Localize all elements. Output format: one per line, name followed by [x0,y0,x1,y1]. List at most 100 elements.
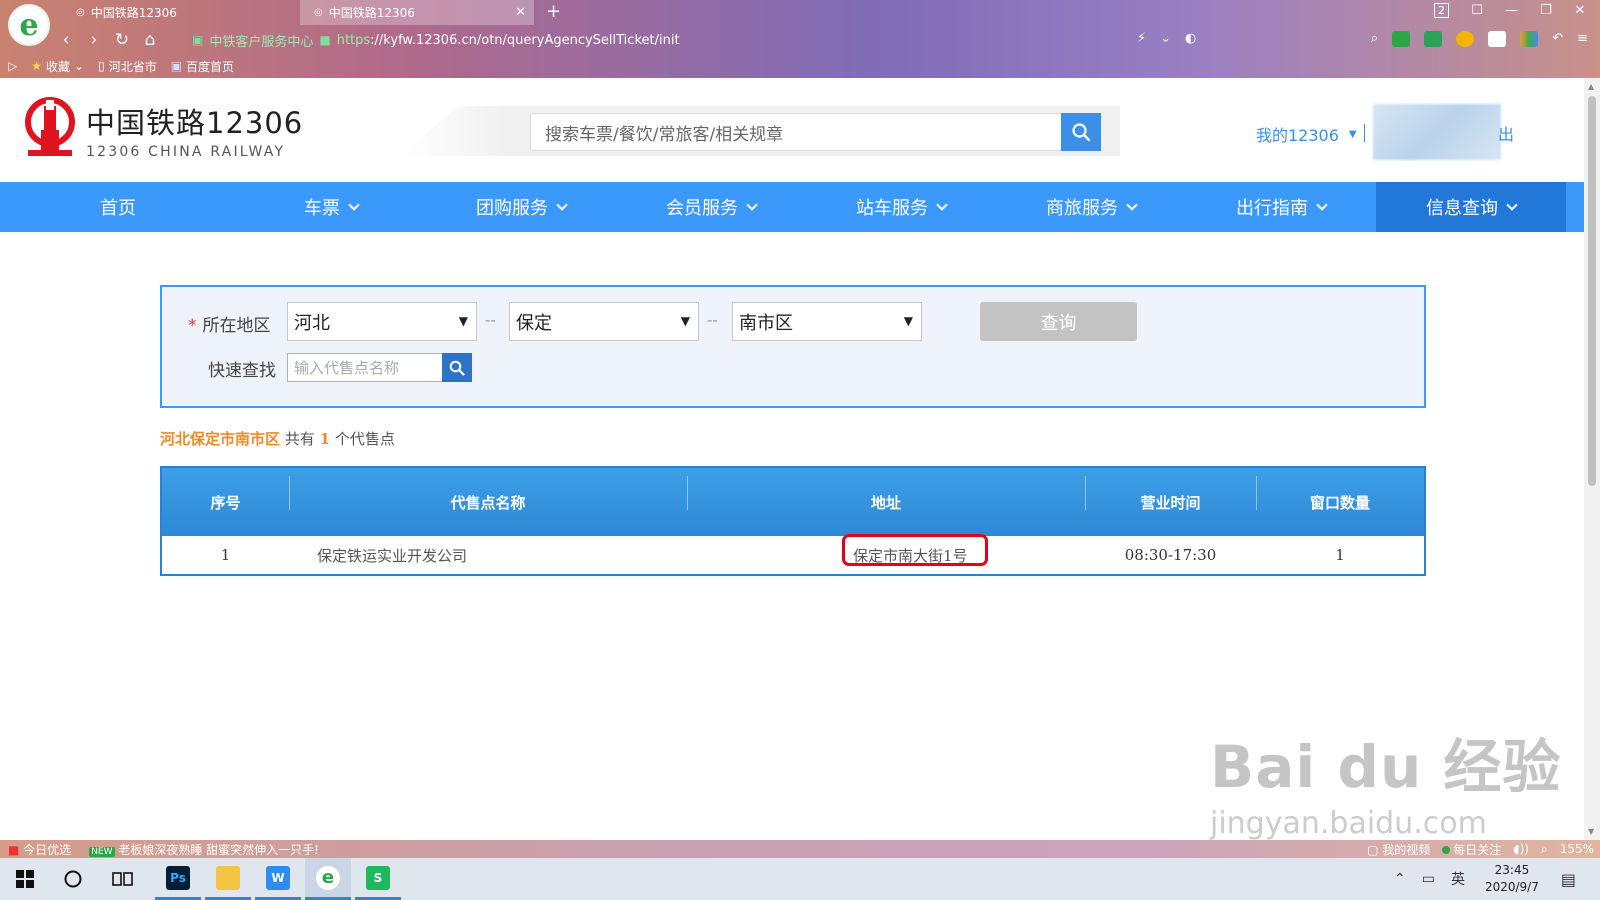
cortana-button[interactable] [50,858,96,900]
money-ext-icon[interactable] [1424,31,1443,47]
status-left: ■ 今日优选 NEW 老板娘深夜熟睡 甜蜜突然伸入一只手! [8,841,319,858]
tab-title: 中国铁路12306 [328,6,415,20]
system-clock[interactable]: 23:45 2020/9/7 [1485,862,1539,896]
chevron-up-icon[interactable]: ⌃ [1394,871,1406,887]
province-select[interactable]: 河北 ▼ [287,302,477,341]
browser-tab-2[interactable]: ◎ 中国铁路12306 ✕ [300,0,534,25]
cell-windows: 1 [1335,546,1345,564]
taskbar-wps-sheet[interactable]: S [355,858,401,900]
extension-icon[interactable]: ◐ [1185,31,1196,46]
taskbar-photoshop[interactable]: Ps [155,858,201,900]
city-select[interactable]: 保定 ▼ [509,302,699,341]
site-header: 中国铁路12306 12306 CHINA RAILWAY 搜索车票/餐饮/常旅… [0,78,1584,182]
today-picks[interactable]: ■ 今日优选 [8,841,71,858]
scroll-down-icon[interactable]: ▼ [1588,827,1594,836]
page-scrollbar[interactable]: ▲ ▼ [1584,78,1600,840]
news-ticker[interactable]: NEW 老板娘深夜熟睡 甜蜜突然伸入一只手! [89,841,319,858]
separator: -- [485,311,496,329]
search-circle-icon [64,870,82,888]
taskbar-wps[interactable]: W [255,858,301,900]
nav-item-member[interactable]: 会员服务 [616,182,806,232]
task-view-button[interactable] [100,858,146,900]
china-railway-logo-icon[interactable] [22,96,78,160]
secure-shield-icon: ▣ [192,33,204,47]
zoom-icon[interactable]: ⌕ [1541,842,1548,857]
site-search-button[interactable] [1061,113,1101,151]
chevron-down-icon [746,199,758,211]
address-bar[interactable]: ▣ 中铁客户服务中心 ■ https://kyfw.12306.cn/otn/q… [192,27,1212,53]
logout-link[interactable]: 出 [1498,121,1514,145]
browser-tab-1[interactable]: ◎ 中国铁路12306 [62,0,296,25]
zoom-level[interactable]: 155% [1560,842,1594,856]
dropdown-arrow-icon: ▼ [903,314,913,328]
restore-icon[interactable]: ❐ [1540,3,1552,18]
col-header-index: 序号 [210,493,241,512]
separator: -- [707,311,718,329]
district-select[interactable]: 南市区 ▼ [732,302,922,341]
taskbar-explorer[interactable] [205,858,251,900]
new-tab-button[interactable]: + [546,1,561,22]
bookmark-baidu[interactable]: ▣ 百度首页 [171,58,234,75]
chevron-down-icon: ⌄ [74,59,85,73]
bookmark-hebei[interactable]: ▯ 河北省市 [98,58,157,75]
bookmark-favorites[interactable]: ★ 收藏 ⌄ [31,58,84,75]
nav-item-group[interactable]: 团购服务 [426,182,616,232]
dropdown-icon[interactable]: ⌄ [1160,31,1171,46]
summary-prefix: 共有 [284,430,315,448]
window-count-badge[interactable]: 2 [1434,3,1449,18]
ime-indicator[interactable]: 英 [1451,869,1465,889]
sidebar-toggle-icon[interactable]: ▷ [8,59,17,73]
refresh-icon[interactable]: ↻ [108,30,136,50]
lightning-icon[interactable]: ⚡ [1137,31,1146,46]
summary-count: 1 [319,430,331,448]
browser-chrome: e ◎ 中国铁路12306 ◎ 中国铁路12306 ✕ + 2 ☐ — ❐ ✕ … [0,0,1600,78]
taskbar-browser[interactable]: e [305,858,351,900]
nav-item-tickets[interactable]: 车票 [236,182,426,232]
quick-search-button[interactable] [442,353,472,382]
star-icon: ★ [31,59,42,73]
my12306-menu[interactable]: 我的12306 ▼ [1256,122,1357,146]
search-icon [1072,123,1091,142]
chevron-down-icon [1506,199,1518,211]
daily-follow[interactable]: 每日关注 [1442,841,1501,858]
nav-item-guide[interactable]: 出行指南 [1186,182,1376,232]
col-header-windows: 窗口数量 [1256,475,1424,513]
start-button[interactable] [2,858,48,900]
query-button[interactable]: 查询 [980,302,1137,341]
tab-close-icon[interactable]: ✕ [515,5,526,20]
logo-subtitle: 12306 CHINA RAILWAY [86,144,286,160]
browser-status-bar: ■ 今日优选 NEW 老板娘深夜熟睡 甜蜜突然伸入一只手! ▢ 我的视频 每日关… [0,840,1600,858]
nav-item-station[interactable]: 站车服务 [806,182,996,232]
agency-name-input[interactable]: 输入代售点名称 [287,353,443,382]
browser-logo-icon[interactable]: e [8,4,50,46]
network-icon[interactable]: ▭ [1422,871,1435,887]
minimize-icon[interactable]: — [1505,3,1518,18]
skin-icon[interactable]: ☐ [1471,3,1483,18]
notification-icon[interactable]: ▤ [1561,870,1576,889]
nav-item-info-query[interactable]: 信息查询 [1376,182,1566,232]
coin-ext-icon[interactable] [1456,31,1475,47]
forward-icon[interactable]: › [80,30,108,50]
url-text: ://kyfw.12306.cn/otn/queryAgencySellTick… [370,32,680,48]
windows-logo-icon [16,870,34,888]
close-window-icon[interactable]: ✕ [1574,3,1586,18]
site-search-input[interactable]: 搜索车票/餐饮/常旅客/相关规章 [530,113,1062,151]
nav-item-business[interactable]: 商旅服务 [996,182,1186,232]
folder-icon [216,865,240,890]
back-icon[interactable]: ‹ [52,30,80,50]
nav-item-home[interactable]: 首页 [0,182,236,232]
home-icon[interactable]: ⌂ [136,30,164,50]
table-header: 序号 代售点名称 地址 营业时间 窗口数量 [162,468,1424,536]
my-videos[interactable]: ▢ 我的视频 [1367,841,1430,858]
navigation-row: ‹ › ↻ ⌂ ▣ 中铁客户服务中心 ■ https://kyfw.12306.… [52,27,1600,53]
col-header-hours: 营业时间 [1085,475,1256,513]
undo-icon[interactable]: ↶ [1552,31,1563,47]
scrollbar-thumb[interactable] [1588,96,1596,486]
apps-icon[interactable] [1520,31,1539,47]
menu-icon[interactable]: ≡ [1577,31,1588,47]
game-ext-icon[interactable] [1488,31,1507,47]
green-ext-icon[interactable] [1392,31,1411,47]
volume-icon[interactable]: ◖)) [1513,842,1529,856]
scroll-up-icon[interactable]: ▲ [1588,82,1594,91]
search-icon[interactable]: ⌕ [1371,31,1378,47]
